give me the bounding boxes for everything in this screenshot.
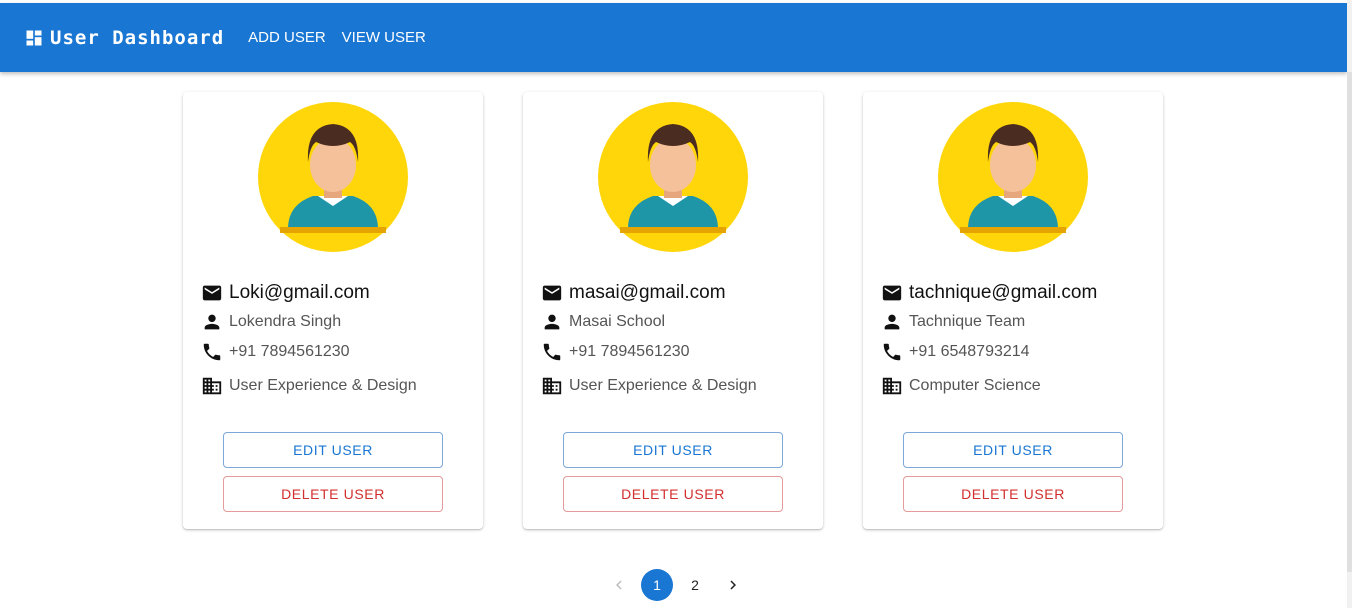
mail-icon	[882, 285, 902, 301]
app-title: User Dashboard	[50, 26, 225, 49]
page-button-1[interactable]: 1	[641, 569, 673, 601]
person-icon	[884, 314, 900, 330]
department-row: User Experience & Design	[201, 375, 417, 397]
delete-user-button[interactable]: DELETE USER	[563, 476, 783, 512]
app-bar: User Dashboard ADD USER VIEW USER	[0, 3, 1347, 72]
user-phone: +91 6548793214	[909, 343, 1030, 360]
building-icon	[202, 377, 222, 395]
user-card: masai@gmail.com Masai School +91 7894561…	[523, 92, 823, 529]
person-icon	[544, 314, 560, 330]
nav-add-user[interactable]: ADD USER	[248, 29, 326, 46]
delete-user-button[interactable]: DELETE USER	[223, 476, 443, 512]
user-email: tachnique@gmail.com	[909, 282, 1098, 303]
user-card: Loki@gmail.com Lokendra Singh +91 789456…	[183, 92, 483, 529]
delete-user-button[interactable]: DELETE USER	[903, 476, 1123, 512]
chevron-right-icon	[730, 580, 736, 590]
edit-user-button[interactable]: EDIT USER	[223, 432, 443, 468]
email-row: Loki@gmail.com	[201, 282, 370, 304]
avatar	[938, 102, 1088, 252]
name-row: Lokendra Singh	[201, 311, 341, 333]
user-department: Computer Science	[909, 377, 1041, 394]
phone-row: +91 7894561230	[541, 341, 690, 363]
dashboard-icon	[26, 30, 42, 45]
user-phone: +91 7894561230	[569, 343, 690, 360]
department-row: User Experience & Design	[541, 375, 757, 397]
user-name: Masai School	[569, 313, 666, 330]
pagination: 1 2	[600, 569, 752, 601]
phone-row: +91 6548793214	[881, 341, 1030, 363]
next-page-button[interactable]	[717, 569, 749, 601]
edit-user-button[interactable]: EDIT USER	[903, 432, 1123, 468]
email-row: masai@gmail.com	[541, 282, 726, 304]
user-cards: Loki@gmail.com Lokendra Singh +91 789456…	[183, 92, 1163, 529]
phone-icon	[203, 343, 221, 361]
building-icon	[882, 377, 902, 395]
name-row: Tachnique Team	[881, 311, 1025, 333]
phone-icon	[883, 343, 901, 361]
user-card: tachnique@gmail.com Tachnique Team +91 6…	[863, 92, 1163, 529]
person-icon	[204, 314, 220, 330]
previous-page-button[interactable]	[603, 569, 635, 601]
edit-user-button[interactable]: EDIT USER	[563, 432, 783, 468]
phone-icon	[543, 343, 561, 361]
phone-row: +91 7894561230	[201, 341, 350, 363]
page-button-2[interactable]: 2	[679, 569, 711, 601]
avatar	[598, 102, 748, 252]
nav-view-user[interactable]: VIEW USER	[342, 29, 426, 46]
user-department: User Experience & Design	[229, 377, 417, 394]
user-name: Tachnique Team	[909, 313, 1026, 330]
department-row: Computer Science	[881, 375, 1041, 397]
chevron-left-icon	[616, 580, 622, 590]
mail-icon	[542, 285, 562, 301]
user-phone: +91 7894561230	[229, 343, 350, 360]
scrollbar-thumb[interactable]	[1347, 72, 1352, 572]
user-email: Loki@gmail.com	[229, 282, 370, 303]
avatar	[258, 102, 408, 252]
building-icon	[542, 377, 562, 395]
name-row: Masai School	[541, 311, 665, 333]
user-name: Lokendra Singh	[229, 313, 342, 330]
user-department: User Experience & Design	[569, 377, 757, 394]
email-row: tachnique@gmail.com	[881, 282, 1097, 304]
mail-icon	[202, 285, 222, 301]
page: User Dashboard ADD USER VIEW USER Loki@g…	[0, 0, 1352, 608]
user-email: masai@gmail.com	[569, 282, 726, 303]
